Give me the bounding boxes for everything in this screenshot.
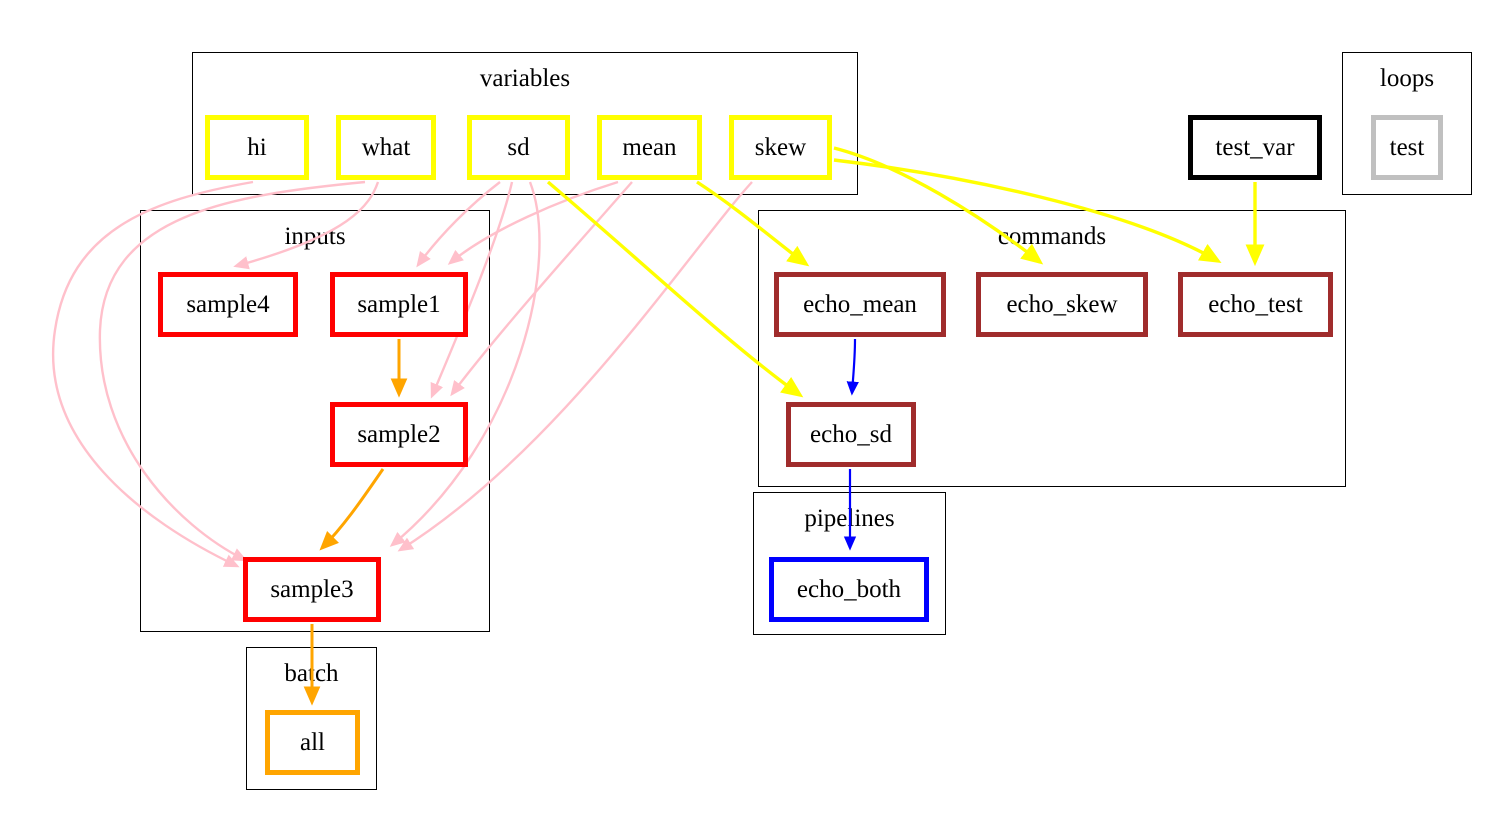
edge-sd-to-sample3 bbox=[389, 181, 541, 547]
node-echo_skew[interactable]: echo_skew bbox=[976, 272, 1148, 337]
edge-sample2-to-sample3 bbox=[319, 468, 385, 551]
node-all[interactable]: all bbox=[265, 710, 360, 775]
node-label-skew: skew bbox=[754, 134, 807, 161]
node-sample3[interactable]: sample3 bbox=[243, 557, 381, 622]
node-label-sample2: sample2 bbox=[357, 421, 441, 448]
edge-mean-to-echo_mean bbox=[696, 180, 810, 267]
node-label-echo_sd: echo_sd bbox=[810, 421, 892, 448]
node-label-echo_both: echo_both bbox=[796, 576, 902, 603]
node-label-sample1: sample1 bbox=[357, 291, 441, 318]
node-label-echo_mean: echo_mean bbox=[803, 291, 917, 318]
edge-skew-to-echo_test bbox=[833, 158, 1222, 264]
node-label-test_var: test_var bbox=[1215, 134, 1295, 161]
node-label-test: test bbox=[1389, 134, 1425, 161]
diagram-canvas: variables loops inputs commands pipelines bat… bbox=[0, 0, 1508, 820]
edge-echo_mean-to-echo_sd bbox=[846, 338, 859, 396]
node-label-all: all bbox=[300, 729, 325, 756]
node-test[interactable]: test bbox=[1371, 115, 1443, 180]
node-label-echo_skew: echo_skew bbox=[1006, 291, 1118, 318]
node-sample1[interactable]: sample1 bbox=[330, 272, 468, 337]
node-hi[interactable]: hi bbox=[205, 115, 309, 180]
node-label-sample4: sample4 bbox=[186, 291, 270, 318]
node-skew[interactable]: skew bbox=[729, 115, 832, 180]
node-label-mean: mean bbox=[622, 134, 677, 161]
node-what[interactable]: what bbox=[336, 115, 436, 180]
edge-sd-to-sample1 bbox=[416, 181, 501, 268]
node-label-sd: sd bbox=[507, 134, 530, 161]
node-test_var[interactable]: test_var bbox=[1188, 115, 1322, 180]
edge-what-to-sample3 bbox=[98, 180, 366, 562]
edge-what-to-sample4 bbox=[233, 181, 380, 270]
edge-hi-to-sample3 bbox=[52, 180, 254, 568]
edge-skew-to-sample3 bbox=[397, 181, 753, 552]
node-sd[interactable]: sd bbox=[467, 115, 570, 180]
node-echo_both[interactable]: echo_both bbox=[769, 557, 929, 622]
edge-sd-to-echo_sd bbox=[546, 180, 804, 398]
node-label-what: what bbox=[361, 134, 411, 161]
node-sample2[interactable]: sample2 bbox=[330, 402, 468, 467]
node-label-sample3: sample3 bbox=[270, 576, 354, 603]
node-mean[interactable]: mean bbox=[597, 115, 702, 180]
node-echo_test[interactable]: echo_test bbox=[1178, 272, 1333, 337]
node-sample4[interactable]: sample4 bbox=[158, 272, 298, 337]
node-echo_sd[interactable]: echo_sd bbox=[786, 402, 916, 467]
node-label-echo_test: echo_test bbox=[1208, 291, 1303, 318]
node-echo_mean[interactable]: echo_mean bbox=[774, 272, 946, 337]
node-label-hi: hi bbox=[247, 134, 267, 161]
